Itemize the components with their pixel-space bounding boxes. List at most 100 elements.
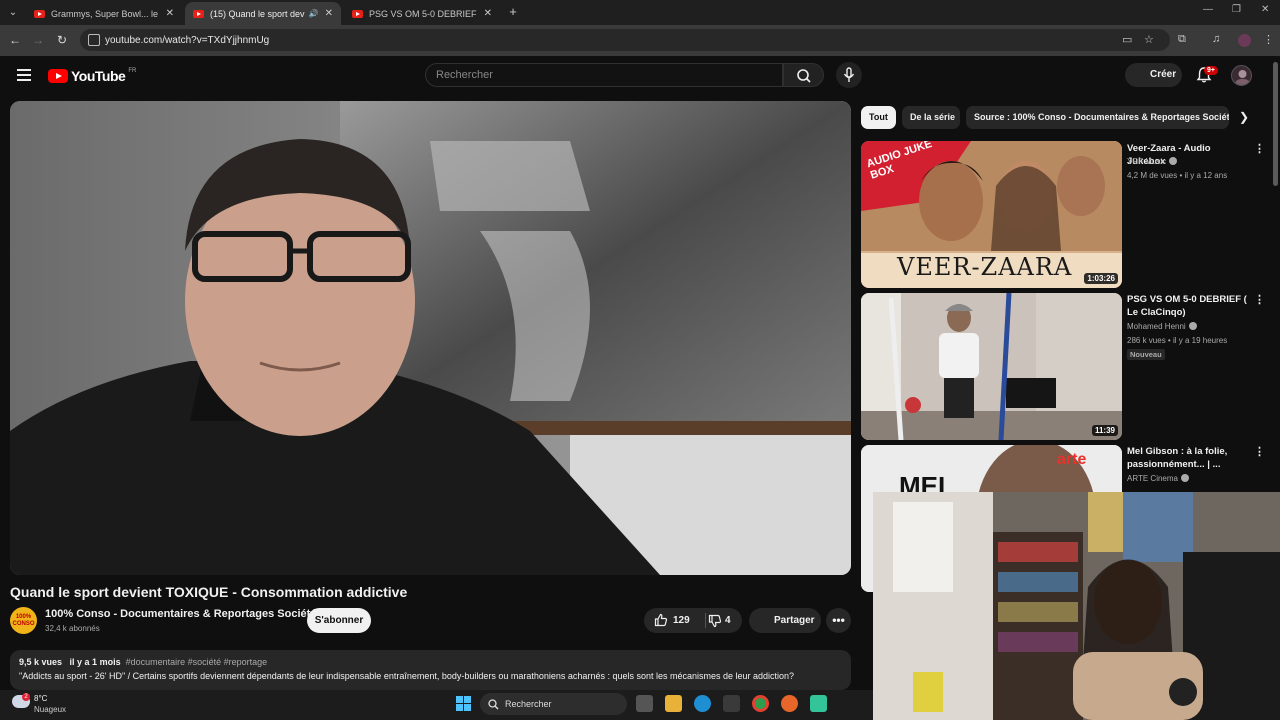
kebab-menu-icon[interactable]: ⋮: [1254, 142, 1265, 155]
edge-browser-icon[interactable]: [694, 695, 711, 712]
weather-condition: Nuageux: [34, 705, 67, 714]
weather-badge: 2: [22, 693, 30, 701]
extensions-icon[interactable]: ⧉: [1178, 33, 1186, 46]
search-input[interactable]: Rechercher: [425, 63, 783, 87]
chip-all[interactable]: Tout: [861, 106, 896, 129]
bookmark-star-icon[interactable]: ☆: [1144, 33, 1154, 46]
speaker-icon[interactable]: 🔊: [309, 9, 319, 18]
media-control-icon[interactable]: ♫: [1212, 33, 1220, 45]
notification-count-badge: 9+: [1204, 66, 1218, 75]
more-actions-button[interactable]: •••: [826, 608, 851, 633]
like-count[interactable]: 129: [673, 615, 690, 626]
share-button[interactable]: Partager: [749, 608, 821, 633]
recommendation-title[interactable]: Mel Gibson : à la folie, passionnément..…: [1127, 445, 1247, 471]
browser-tab-active[interactable]: (15) Quand le sport devient 🔊 ✕: [185, 2, 341, 25]
subscribe-button[interactable]: S'abonner: [307, 608, 371, 633]
recommendation-thumbnail[interactable]: 11:39: [861, 293, 1122, 440]
arte-logo: arte: [1057, 451, 1087, 468]
address-toolbar: ← → ↻ youtube.com/watch?v=TXdYjjhnmUg ▭ …: [0, 25, 1280, 56]
webcam-scene: [873, 492, 1280, 720]
app-icon[interactable]: [810, 695, 827, 712]
hashtags[interactable]: #documentaire #société #reportage: [126, 657, 268, 667]
youtube-favicon-icon: [352, 9, 363, 18]
close-window-icon[interactable]: ✕: [1261, 4, 1269, 15]
url-text: youtube.com/watch?v=TXdYjjhnmUg: [105, 34, 270, 46]
recommendation-meta: 286 k vues • il y a 19 heures: [1127, 336, 1228, 345]
video-player[interactable]: [10, 101, 851, 575]
create-button[interactable]: Créer: [1125, 63, 1182, 87]
age-label: il y a 12 ans: [1184, 171, 1228, 180]
close-tab-icon[interactable]: ✕: [166, 8, 174, 19]
reload-icon[interactable]: ↻: [55, 33, 69, 47]
account-avatar[interactable]: [1231, 65, 1252, 86]
task-view-icon[interactable]: [636, 695, 653, 712]
temperature[interactable]: 8°C: [34, 694, 47, 703]
chip-series[interactable]: De la série: [902, 106, 960, 129]
store-icon[interactable]: [723, 695, 740, 712]
browser-tab-grammys[interactable]: Grammys, Super Bowl... le triom ✕: [26, 2, 182, 25]
minimize-icon[interactable]: —: [1203, 4, 1213, 15]
thumbs-up-icon[interactable]: [654, 613, 668, 627]
url-bar[interactable]: youtube.com/watch?v=TXdYjjhnmUg: [80, 29, 1170, 51]
webcam-overlay: [873, 492, 1280, 720]
tab-label: PSG VS OM 5-0 DEBRIEF ( Le Cl: [369, 8, 478, 19]
channel-name[interactable]: 100% Conso - Documentaires & Reportages …: [45, 608, 316, 620]
restore-icon[interactable]: ❐: [1232, 4, 1241, 15]
site-info-icon[interactable]: [88, 34, 100, 46]
like-dislike-group: 129 4: [644, 608, 742, 633]
firefox-icon[interactable]: [781, 695, 798, 712]
psg-debrief-thumbnail-art: [861, 293, 1122, 440]
new-tab-button[interactable]: +: [506, 4, 520, 20]
tab-label: Grammys, Super Bowl... le triom: [51, 8, 160, 19]
kebab-menu-icon[interactable]: ⋮: [1254, 445, 1265, 458]
verified-check-icon: [1180, 474, 1189, 482]
youtube-logo[interactable]: YouTube FR: [48, 68, 136, 84]
chevron-right-icon[interactable]: ❯: [1239, 110, 1249, 124]
video-duration: 11:39: [1091, 425, 1118, 436]
close-tab-icon[interactable]: ✕: [484, 8, 492, 19]
youtube-favicon-icon: [34, 9, 45, 18]
file-explorer-icon[interactable]: [665, 695, 682, 712]
channel-label: YRF Music: [1127, 157, 1167, 166]
chrome-icon[interactable]: [752, 695, 769, 712]
youtube-header: YouTube FR Rechercher + Créer 9+: [0, 56, 1280, 96]
description-meta: 9,5 k vues il y a 1 mois #documentaire #…: [19, 657, 842, 667]
search-button[interactable]: [783, 63, 824, 87]
browser-menu-icon[interactable]: ⋮: [1263, 33, 1274, 46]
recommendation-title[interactable]: PSG VS OM 5-0 DEBRIEF ( Le ClaCinqo): [1127, 293, 1247, 319]
voice-search-button[interactable]: [836, 62, 862, 88]
forward-arrow-icon[interactable]: →: [31, 33, 45, 47]
description-box[interactable]: 9,5 k vues il y a 1 mois #documentaire #…: [10, 650, 851, 690]
taskbar-search[interactable]: Rechercher: [480, 693, 627, 715]
logo-wordmark: YouTube: [71, 68, 126, 84]
channel-label: ARTE Cinema: [1127, 474, 1178, 483]
thumbs-down-icon[interactable]: [708, 614, 722, 628]
channel-avatar[interactable]: 100% CONSO: [10, 607, 37, 634]
youtube-favicon-icon: [193, 9, 204, 18]
menu-hamburger-icon[interactable]: [17, 69, 31, 81]
back-arrow-icon[interactable]: ←: [8, 33, 22, 47]
chip-source[interactable]: Source : 100% Conso - Documentaires & Re…: [966, 106, 1229, 129]
windows-start-icon[interactable]: [455, 695, 472, 712]
new-badge: Nouveau: [1127, 349, 1165, 360]
dislike-count: 4: [725, 615, 731, 626]
country-code: FR: [128, 68, 137, 74]
kebab-menu-icon[interactable]: ⋮: [1254, 293, 1265, 306]
recommendation-channel[interactable]: ARTE Cinema: [1127, 474, 1189, 483]
youtube-play-icon: [48, 69, 68, 83]
browser-tab-psg[interactable]: PSG VS OM 5-0 DEBRIEF ( Le Cl ✕: [344, 2, 500, 25]
recommendation-channel[interactable]: YRF Music: [1127, 157, 1178, 166]
recommendation-channel[interactable]: Mohamed Henni: [1127, 322, 1197, 331]
close-tab-icon[interactable]: ✕: [325, 8, 333, 19]
tab-search-chevron-icon[interactable]: ⌄: [4, 4, 22, 21]
tab-label: (15) Quand le sport devient: [210, 8, 305, 19]
taskbar-search-icon: [488, 699, 499, 710]
page-scrollbar[interactable]: [1273, 62, 1278, 186]
verified-check-icon: [1169, 157, 1178, 165]
video-title: Quand le sport devient TOXIQUE - Consomm…: [10, 584, 408, 600]
subscriber-count: 32,4 k abonnés: [45, 624, 100, 633]
profile-avatar-icon[interactable]: [1238, 34, 1251, 47]
recommendation-meta: 4,2 M de vues • il y a 12 ans: [1127, 171, 1228, 180]
recommendation-thumbnail[interactable]: AUDIO JUKE BOX VEER-ZAARA 1:03:26: [861, 141, 1122, 288]
cast-icon[interactable]: ▭: [1122, 33, 1132, 46]
